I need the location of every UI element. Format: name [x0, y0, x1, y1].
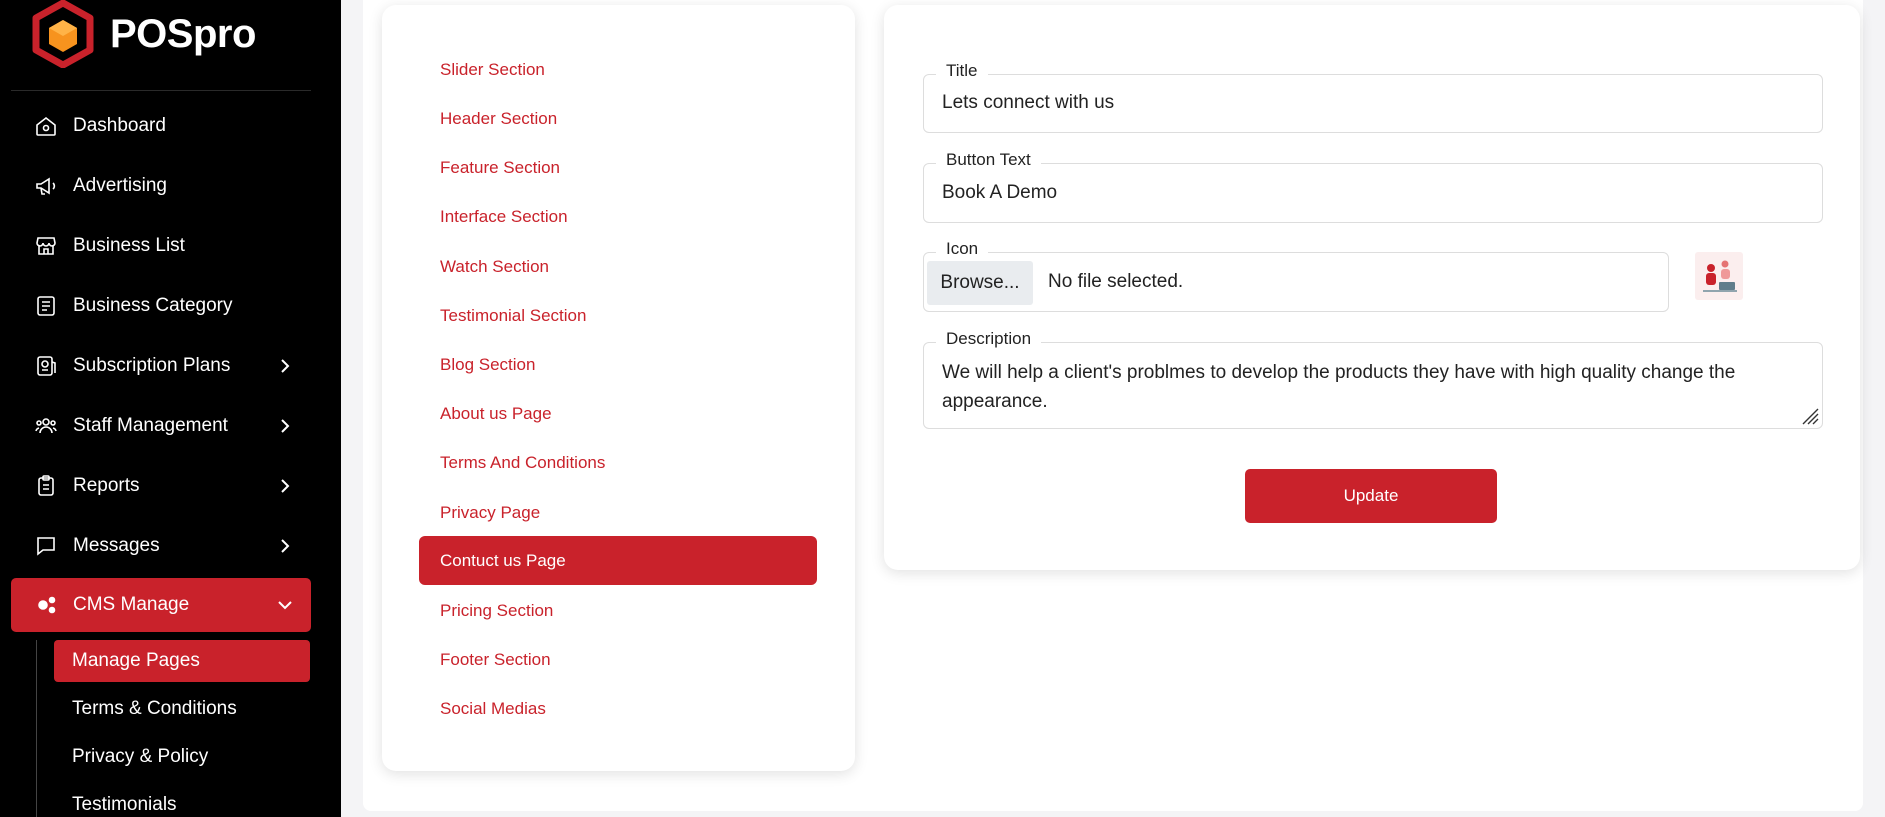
sidebar-item-messages[interactable]: Messages — [11, 519, 311, 573]
sidebar-item-business-category[interactable]: Business Category — [11, 279, 311, 333]
page-list-card: Slider Section Header Section Feature Se… — [382, 5, 855, 771]
chevron-right-icon — [275, 356, 295, 376]
description-field[interactable]: Description We will help a client's prob… — [923, 329, 1823, 429]
sidebar-subitem-manage-pages[interactable]: Manage Pages — [54, 640, 310, 682]
file-status-text: No file selected. — [1048, 271, 1184, 292]
app-name: POSpro — [110, 11, 256, 56]
message-icon — [33, 533, 59, 559]
title-field[interactable]: Title Lets connect with us — [923, 61, 1823, 133]
chevron-right-icon — [275, 476, 295, 496]
sidebar-item-reports[interactable]: Reports — [11, 459, 311, 513]
page-link-social-medias[interactable]: Social Medias — [419, 684, 817, 733]
sidebar-item-label: CMS Manage — [73, 594, 190, 615]
megaphone-icon — [33, 173, 59, 199]
page-link-feature-section[interactable]: Feature Section — [419, 143, 817, 192]
description-textarea[interactable]: We will help a client's problmes to deve… — [942, 358, 1782, 416]
sidebar-item-cms-manage[interactable]: CMS Manage — [11, 578, 311, 632]
title-label: Title — [936, 61, 988, 81]
sidebar-subitem-terms-conditions[interactable]: Terms & Conditions — [54, 688, 310, 730]
page-link-testimonial-section[interactable]: Testimonial Section — [419, 291, 817, 340]
list-icon — [33, 293, 59, 319]
sidebar-item-dashboard[interactable]: Dashboard — [11, 99, 311, 153]
button-text-field[interactable]: Button Text Book A Demo — [923, 150, 1823, 223]
icon-file-field[interactable]: Icon Browse... No file selected. — [923, 239, 1669, 312]
update-button[interactable]: Update — [1245, 469, 1497, 523]
chevron-down-icon — [275, 595, 295, 615]
sidebar-divider — [11, 90, 311, 91]
page-link-footer-section[interactable]: Footer Section — [419, 635, 817, 684]
submenu-line — [36, 640, 37, 817]
sidebar: POSpro Dashboard Advertising Business Li… — [0, 0, 341, 817]
page-link-privacy-page[interactable]: Privacy Page — [419, 488, 817, 537]
page-link-slider-section[interactable]: Slider Section — [419, 45, 817, 94]
clipboard-icon — [33, 473, 59, 499]
sidebar-item-label: Staff Management — [73, 415, 228, 436]
page-link-terms-and-conditions[interactable]: Terms And Conditions — [419, 438, 817, 487]
page-link-pricing-section[interactable]: Pricing Section — [419, 586, 817, 635]
users-icon — [33, 413, 59, 439]
sidebar-item-advertising[interactable]: Advertising — [11, 159, 311, 213]
icon-preview-image — [1695, 252, 1743, 300]
people-illustration-icon — [1703, 260, 1737, 292]
sidebar-item-label: Business List — [73, 235, 185, 256]
sidebar-item-staff-management[interactable]: Staff Management — [11, 399, 311, 453]
page-link-interface-section[interactable]: Interface Section — [419, 192, 817, 241]
home-icon — [33, 113, 59, 139]
page-link-contact-us-page[interactable]: Contuct us Page — [419, 536, 817, 585]
store-icon — [33, 233, 59, 259]
sidebar-item-label: Advertising — [73, 175, 167, 196]
browse-button[interactable]: Browse... — [927, 261, 1033, 305]
chevron-right-icon — [275, 416, 295, 436]
icon-label: Icon — [936, 239, 989, 259]
gears-icon — [33, 592, 59, 618]
pospro-logo-icon — [32, 0, 94, 68]
sidebar-item-business-list[interactable]: Business List — [11, 219, 311, 273]
sidebar-item-label: Messages — [73, 535, 160, 556]
sidebar-item-subscription-plans[interactable]: Subscription Plans — [11, 339, 311, 393]
sidebar-item-label: Subscription Plans — [73, 355, 231, 376]
sidebar-item-label: Business Category — [73, 295, 233, 316]
sidebar-subitem-privacy-policy[interactable]: Privacy & Policy — [54, 736, 310, 778]
description-label: Description — [936, 329, 1042, 349]
button-text-label: Button Text — [936, 150, 1041, 170]
page-link-about-us-page[interactable]: About us Page — [419, 389, 817, 438]
sidebar-subitem-testimonials[interactable]: Testimonials — [54, 784, 310, 817]
sidebar-item-label: Reports — [73, 475, 140, 496]
sidebar-item-label: Dashboard — [73, 115, 166, 136]
page-link-blog-section[interactable]: Blog Section — [419, 340, 817, 389]
resize-handle-icon[interactable] — [1799, 405, 1819, 425]
contact-page-form: Title Lets connect with us Button Text B… — [884, 5, 1860, 570]
logo[interactable]: POSpro — [32, 0, 256, 68]
page-link-watch-section[interactable]: Watch Section — [419, 242, 817, 291]
button-text-input[interactable]: Book A Demo — [942, 182, 1057, 204]
page-link-header-section[interactable]: Header Section — [419, 94, 817, 143]
badge-icon — [33, 353, 59, 379]
chevron-right-icon — [275, 536, 295, 556]
title-input[interactable]: Lets connect with us — [942, 92, 1114, 114]
